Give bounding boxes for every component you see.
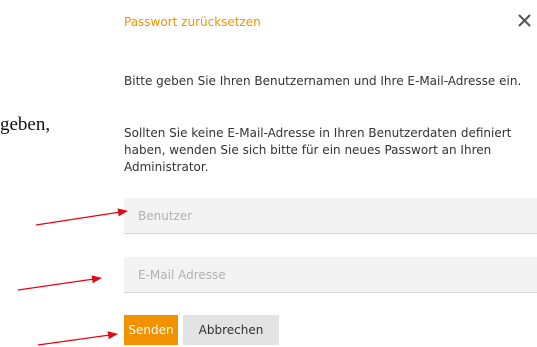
instruction-text: Bitte geben Sie Ihren Benutzernamen und … <box>124 74 522 88</box>
screenshot: geben, Passwort zurücksetzen Bitte geben… <box>0 0 537 347</box>
reset-password-dialog: Passwort zurücksetzen Bitte geben Sie Ih… <box>112 0 537 347</box>
admin-hint-text: Sollten Sie keine E-Mail-Adresse in Ihre… <box>124 126 512 174</box>
red-arrow-icon <box>17 275 102 291</box>
background-text-fragment: geben, <box>0 114 51 135</box>
send-button[interactable]: Senden <box>124 315 178 345</box>
dialog-title: Passwort zurücksetzen <box>124 15 261 29</box>
email-input[interactable] <box>124 257 537 293</box>
close-icon <box>518 14 530 26</box>
red-arrow-icon <box>37 331 118 346</box>
close-button[interactable] <box>514 10 534 30</box>
cancel-button[interactable]: Abbrechen <box>183 315 279 345</box>
username-input[interactable] <box>124 198 537 234</box>
